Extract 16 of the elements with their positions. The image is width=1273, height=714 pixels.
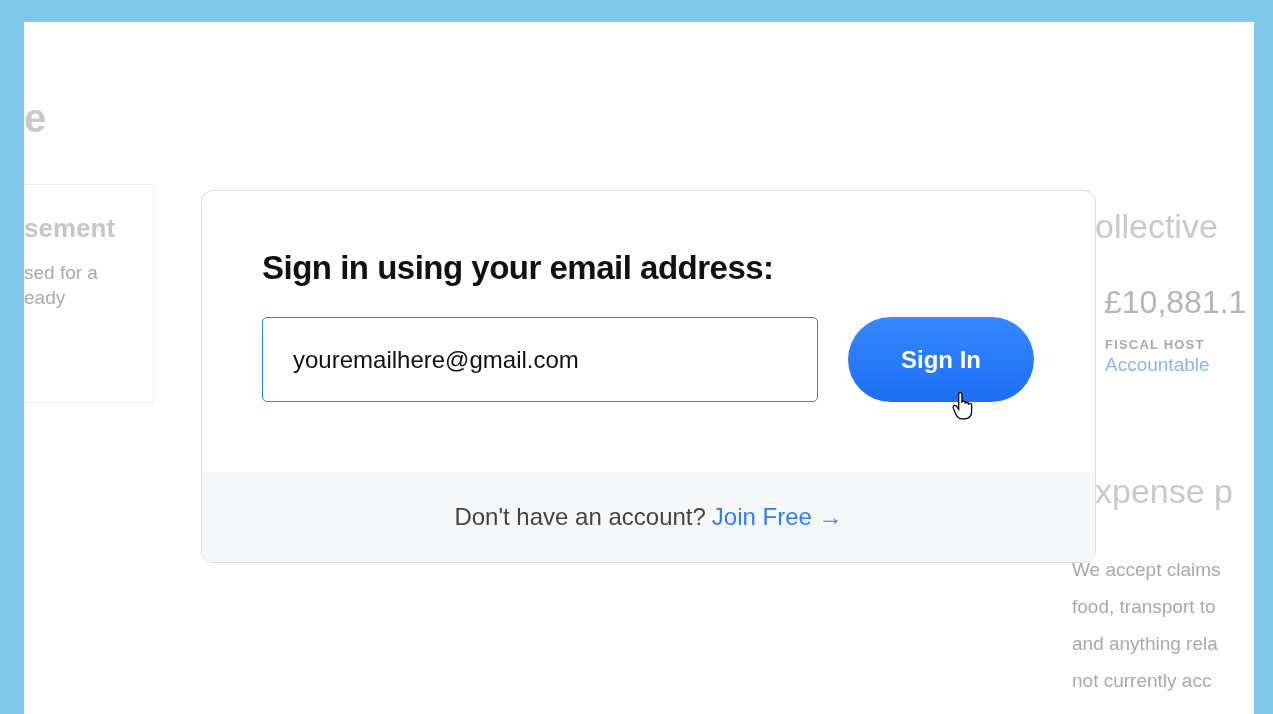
fiscal-host-link[interactable]: Accountable [1105,354,1254,376]
paragraph-line: We accept claims [1072,558,1222,582]
sign-in-button[interactable]: Sign In [848,317,1034,402]
dialog-title: Sign in using your email address: [262,249,775,287]
paragraph-line: not currently acc [1072,669,1213,693]
hand-cursor-icon [952,392,974,420]
fiscal-host-label: FISCAL HOST [1105,337,1206,352]
footer-text: Don't have an account? [454,503,706,531]
join-free-link[interactable]: Join Free → [711,503,843,531]
card-title: sement [24,213,117,244]
card-text: sed for a [24,261,99,285]
email-field[interactable]: youremailhere@gmail.com [262,317,818,402]
paragraph-line: and anything rela [1072,632,1219,656]
card-text: eady [24,286,67,310]
paragraph-line: food, transport to [1072,595,1217,619]
balance-amount: £10,881.1 [1104,284,1248,321]
